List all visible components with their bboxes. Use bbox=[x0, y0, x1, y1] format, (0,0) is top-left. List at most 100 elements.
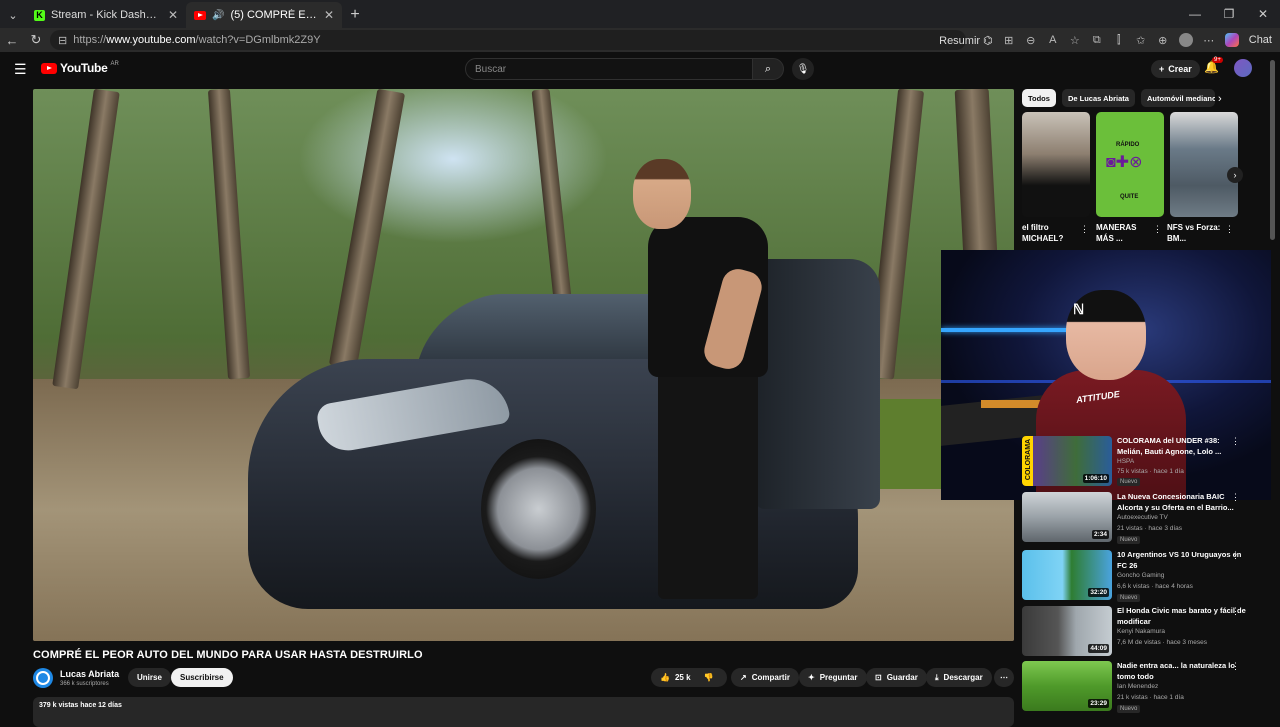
site-info-icon[interactable]: ⊟ bbox=[58, 34, 67, 47]
chat-label[interactable]: Chat bbox=[1249, 34, 1272, 46]
minimize-icon[interactable]: — bbox=[1178, 0, 1212, 28]
favorites-icon[interactable]: ✩ bbox=[1135, 34, 1147, 47]
video-tree bbox=[328, 89, 406, 370]
create-button[interactable]: + Crear bbox=[1151, 60, 1200, 78]
ask-button[interactable]: ✦ Preguntar bbox=[799, 668, 867, 687]
video-title: Nadie entra aca... la naturaleza lo tomo… bbox=[1117, 661, 1235, 681]
channel-name[interactable]: Lucas Abriata bbox=[60, 669, 119, 679]
like-button[interactable]: 👍 25 k 👎 bbox=[651, 668, 727, 687]
video-thumbnail[interactable]: COLORAMA 1:06:10 bbox=[1022, 436, 1112, 486]
zoom-icon[interactable]: ⊖ bbox=[1025, 34, 1037, 47]
profile-avatar[interactable] bbox=[1178, 33, 1193, 47]
short-title[interactable]: MANERAS MÁS ... bbox=[1096, 222, 1156, 244]
notifications-button[interactable]: 🔔 9+ bbox=[1204, 57, 1223, 74]
recommendation-item[interactable]: 32:20 10 Argentinos VS 10 Uruguayos en F… bbox=[1022, 550, 1262, 602]
collections-icon[interactable]: ⊕ bbox=[1157, 34, 1169, 47]
short-thumbnail[interactable]: RÁPIDO ◙✚⊗ QUITE bbox=[1096, 112, 1164, 217]
tab-title: Stream - Kick Dashboard bbox=[51, 9, 162, 21]
download-button[interactable]: ⤓ Descargar bbox=[926, 668, 992, 687]
dislike-icon[interactable]: 👎 bbox=[704, 673, 714, 682]
extensions-icon[interactable]: ⧉ bbox=[1091, 34, 1103, 47]
video-thumbnail[interactable]: 2:34 bbox=[1022, 492, 1112, 542]
recommendation-item[interactable]: COLORAMA 1:06:10 COLORAMA del UNDER #38:… bbox=[1022, 436, 1262, 488]
controller-buttons-icon: ◙✚⊗ bbox=[1106, 154, 1143, 171]
description-box[interactable]: 379 k vistas hace 12 días bbox=[33, 697, 1014, 727]
short-thumbnail[interactable] bbox=[1022, 112, 1090, 217]
restore-icon[interactable]: ❐ bbox=[1212, 0, 1246, 28]
copilot-icon[interactable] bbox=[1224, 33, 1239, 47]
voice-search-button[interactable]: 🎙 bbox=[792, 58, 814, 80]
tab-title: (5) COMPRÉ EL PEOR AUTO DEL MUNDO bbox=[230, 9, 317, 21]
search-button[interactable]: ⌕ bbox=[752, 58, 784, 80]
video-thumbnail[interactable]: 44:09 bbox=[1022, 606, 1112, 656]
join-button[interactable]: Unirse bbox=[128, 668, 171, 687]
recommendation-item[interactable]: 44:09 El Honda Civic mas barato y fácil … bbox=[1022, 606, 1262, 658]
more-icon: ⋯ bbox=[1000, 673, 1008, 682]
share-button[interactable]: ↗ Compartir bbox=[731, 668, 799, 687]
video-title: La Nueva Concesionaria BAIC Alcorta y su… bbox=[1117, 492, 1234, 512]
more-vert-icon[interactable]: ⋮ bbox=[1231, 661, 1240, 672]
close-tab-icon[interactable]: ✕ bbox=[168, 8, 178, 22]
reload-icon[interactable]: ↻ bbox=[24, 32, 48, 48]
recommendation-item[interactable]: 2:34 La Nueva Concesionaria BAIC Alcorta… bbox=[1022, 492, 1262, 544]
search-icon: ⌕ bbox=[764, 62, 772, 75]
app-available-icon[interactable]: ⊞ bbox=[1003, 34, 1015, 47]
chip-topic[interactable]: Automóvil mediano bbox=[1140, 89, 1215, 107]
page-scrollbar[interactable] bbox=[1270, 60, 1275, 240]
video-meta: 21 vistas · hace 3 días bbox=[1117, 525, 1183, 532]
channel-name: Kenyi Nakamura bbox=[1117, 628, 1166, 635]
more-vert-icon[interactable]: ⋮ bbox=[1231, 492, 1240, 503]
related-chips: Todos De Lucas Abriata Automóvil mediano bbox=[1022, 89, 1215, 107]
short-more-icon[interactable]: ⋮ bbox=[1080, 224, 1089, 235]
youtube-favicon-icon bbox=[194, 10, 206, 20]
chevron-right-icon[interactable]: › bbox=[1218, 93, 1222, 105]
video-tree bbox=[531, 89, 573, 310]
shorts-next-button[interactable]: › bbox=[1227, 167, 1243, 183]
channel-name: Autoexecutive TV bbox=[1117, 514, 1168, 521]
close-tab-icon[interactable]: ✕ bbox=[324, 8, 334, 22]
youtube-logo[interactable]: YouTube AR bbox=[41, 61, 119, 75]
favorite-star-icon[interactable]: ☆ bbox=[1069, 34, 1081, 47]
back-icon[interactable]: ← bbox=[0, 33, 24, 48]
more-vert-icon[interactable]: ⋮ bbox=[1231, 550, 1240, 561]
channel-name: Goncho Gaming bbox=[1117, 572, 1165, 579]
short-title[interactable]: el filtro MICHAEL? bbox=[1022, 222, 1082, 244]
more-options-icon[interactable]: ⋯ bbox=[1203, 34, 1215, 47]
more-vert-icon[interactable]: ⋮ bbox=[1231, 606, 1240, 617]
video-title: 10 Argentinos VS 10 Uruguayos en FC 26 bbox=[1117, 550, 1242, 570]
tab-youtube-video[interactable]: 🔊 (5) COMPRÉ EL PEOR AUTO DEL MUNDO ✕ bbox=[186, 2, 342, 28]
short-more-icon[interactable]: ⋮ bbox=[1225, 224, 1234, 235]
tab-actions-icon[interactable]: ⌄ bbox=[0, 2, 26, 28]
subscribe-button[interactable]: Suscribirse bbox=[171, 668, 233, 687]
close-window-icon[interactable]: ✕ bbox=[1246, 0, 1280, 28]
resumir-button[interactable]: Resumir ⌬ bbox=[939, 34, 993, 47]
speaker-icon[interactable]: 🔊 bbox=[212, 10, 224, 21]
tab-kick-dashboard[interactable]: K Stream - Kick Dashboard ✕ bbox=[26, 2, 186, 28]
channel-avatar[interactable] bbox=[33, 668, 53, 688]
search-input[interactable]: Buscar bbox=[465, 58, 753, 80]
save-button[interactable]: ⊡ Guardar bbox=[866, 668, 927, 687]
more-actions-button[interactable]: ⋯ bbox=[994, 668, 1014, 687]
read-aloud-icon[interactable]: A bbox=[1047, 34, 1059, 46]
window-controls: — ❐ ✕ bbox=[1178, 0, 1280, 28]
short-more-icon[interactable]: ⋮ bbox=[1153, 224, 1162, 235]
menu-icon[interactable]: ☰ bbox=[14, 61, 27, 78]
youtube-play-icon bbox=[41, 62, 57, 74]
account-avatar[interactable] bbox=[1234, 59, 1252, 77]
video-thumbnail[interactable]: 23:29 bbox=[1022, 661, 1112, 711]
split-screen-icon[interactable]: ⫿ bbox=[1113, 34, 1125, 47]
address-bar[interactable]: ⊟ https://www.youtube.com/watch?v=DGmlbm… bbox=[50, 30, 966, 50]
more-vert-icon[interactable]: ⋮ bbox=[1231, 436, 1240, 447]
new-tab-button[interactable]: + bbox=[342, 2, 368, 28]
recommendation-item[interactable]: 23:29 Nadie entra aca... la naturaleza l… bbox=[1022, 661, 1262, 713]
video-thumbnail[interactable]: 32:20 bbox=[1022, 550, 1112, 600]
subscriber-count: 366 k suscriptores bbox=[60, 681, 109, 687]
sparkle-icon: ✦ bbox=[808, 673, 815, 682]
share-icon: ↗ bbox=[740, 673, 747, 682]
chip-todos[interactable]: Todos bbox=[1022, 89, 1056, 107]
chip-channel[interactable]: De Lucas Abriata bbox=[1061, 89, 1135, 107]
video-player[interactable] bbox=[33, 89, 1014, 641]
new-badge: Nuevo bbox=[1117, 594, 1141, 602]
short-thumbnail[interactable] bbox=[1170, 112, 1238, 217]
short-title[interactable]: NFS vs Forza: BM... bbox=[1167, 222, 1227, 244]
